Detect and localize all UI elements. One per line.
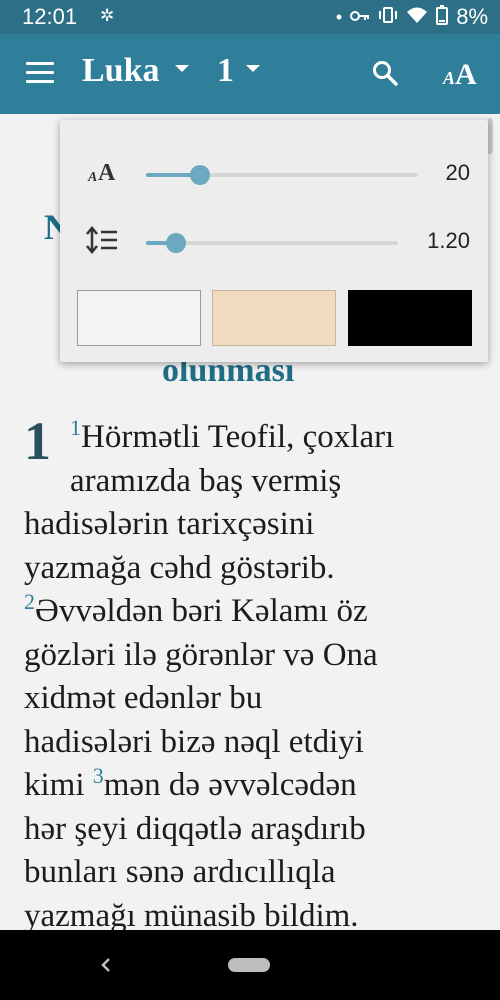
line-text: yazmağa cəhd göstərib. bbox=[24, 549, 335, 586]
line-text: bunları sənə ardıcıllıqla bbox=[24, 854, 336, 890]
font-size-slider-thumb[interactable] bbox=[190, 165, 211, 185]
wifi-icon bbox=[406, 6, 428, 29]
line-text: hər şeyi diqqətlə araşdırıb bbox=[24, 810, 366, 847]
theme-sepia-button[interactable] bbox=[212, 290, 336, 346]
theme-white-button[interactable] bbox=[77, 290, 201, 346]
text-line: yazmağı münasib bildim. bbox=[24, 895, 480, 931]
system-nav-bar bbox=[0, 930, 500, 1000]
text-line: yazmağa cəhd göstərib. bbox=[24, 547, 480, 591]
text-line: hadisələrin tarixçəsini bbox=[24, 503, 480, 547]
settings-icon: ✲ bbox=[100, 6, 115, 25]
line-text: mən də əvvəlcədən bbox=[103, 767, 357, 803]
battery-percent: 8% bbox=[456, 4, 488, 29]
line-text: Hörmətli Teofil, çoxları bbox=[81, 419, 395, 455]
line-text: yazmağı münasib bildim. bbox=[24, 897, 359, 931]
book-selector[interactable]: Luka bbox=[82, 52, 160, 90]
status-bar: 12:01 ✲ • 8% bbox=[0, 0, 500, 34]
chevron-down-icon[interactable] bbox=[175, 65, 189, 72]
battery-icon bbox=[436, 4, 449, 30]
text-line: 1Hörmətli Teofil, çoxları bbox=[24, 416, 480, 460]
back-icon[interactable] bbox=[96, 952, 116, 978]
key-icon bbox=[350, 7, 370, 28]
text-line: bunları sənə ardıcıllıqla bbox=[24, 851, 480, 895]
status-time: 12:01 bbox=[22, 4, 78, 29]
line-text: hadisələri bizə nəql etdiyi bbox=[24, 723, 364, 760]
text-line: kimi 3mən də əvvəlcədən bbox=[24, 764, 480, 808]
text-line: hadisələri bizə nəql etdiyi bbox=[24, 721, 480, 765]
line-spacing-slider-thumb[interactable] bbox=[166, 233, 187, 253]
vibrate-icon bbox=[378, 6, 398, 29]
line-text: gözləri ilə görənlər və Ona bbox=[24, 636, 378, 673]
font-size-row: AA 20 bbox=[88, 160, 470, 186]
line-spacing-icon bbox=[86, 226, 117, 254]
dot-icon: • bbox=[335, 6, 343, 27]
line-spacing-slider[interactable] bbox=[146, 233, 398, 253]
home-button[interactable] bbox=[228, 958, 270, 972]
text-line: aramızda baş vermiş bbox=[24, 460, 480, 504]
line-spacing-value: 1.20 bbox=[427, 228, 470, 253]
chapter-selector[interactable]: 1 bbox=[217, 52, 234, 90]
line-text: kimi bbox=[24, 767, 85, 803]
menu-icon[interactable] bbox=[26, 62, 54, 84]
font-size-slider[interactable] bbox=[146, 165, 418, 185]
text-line: hər şeyi diqqətlə araşdırıb bbox=[24, 808, 480, 852]
chevron-down-icon[interactable] bbox=[246, 65, 260, 72]
line-text: hadisələrin tarixçəsini bbox=[24, 506, 315, 542]
search-icon[interactable] bbox=[372, 60, 398, 86]
verse-number[interactable]: 2 bbox=[24, 589, 35, 614]
status-icons: • 8% bbox=[336, 4, 488, 30]
font-size-value: 20 bbox=[445, 160, 470, 185]
line-text: Əvvəldən bəri Kəlamı öz bbox=[35, 593, 368, 629]
text-line: 2Əvvəldən bəri Kəlamı öz bbox=[24, 590, 480, 634]
verse-text: 1Hörmətli Teofil, çoxları aramızda baş v… bbox=[24, 416, 480, 931]
app-bar: Luka 1 AA bbox=[0, 34, 500, 114]
theme-black-button[interactable] bbox=[348, 290, 472, 346]
line-text: aramızda baş vermiş bbox=[70, 462, 342, 499]
text-line: xidmət edənlər bu bbox=[24, 677, 480, 721]
font-settings-icon[interactable]: AA bbox=[443, 56, 481, 91]
text-line: gözləri ilə görənlər və Ona bbox=[24, 634, 480, 678]
verse-number[interactable]: 1 bbox=[70, 415, 81, 440]
verse-number[interactable]: 3 bbox=[93, 763, 104, 788]
text-settings-popup: AA 20 1.20 bbox=[60, 120, 488, 362]
line-text: xidmət edənlər bu bbox=[24, 680, 263, 716]
line-spacing-row: 1.20 bbox=[60, 220, 488, 260]
